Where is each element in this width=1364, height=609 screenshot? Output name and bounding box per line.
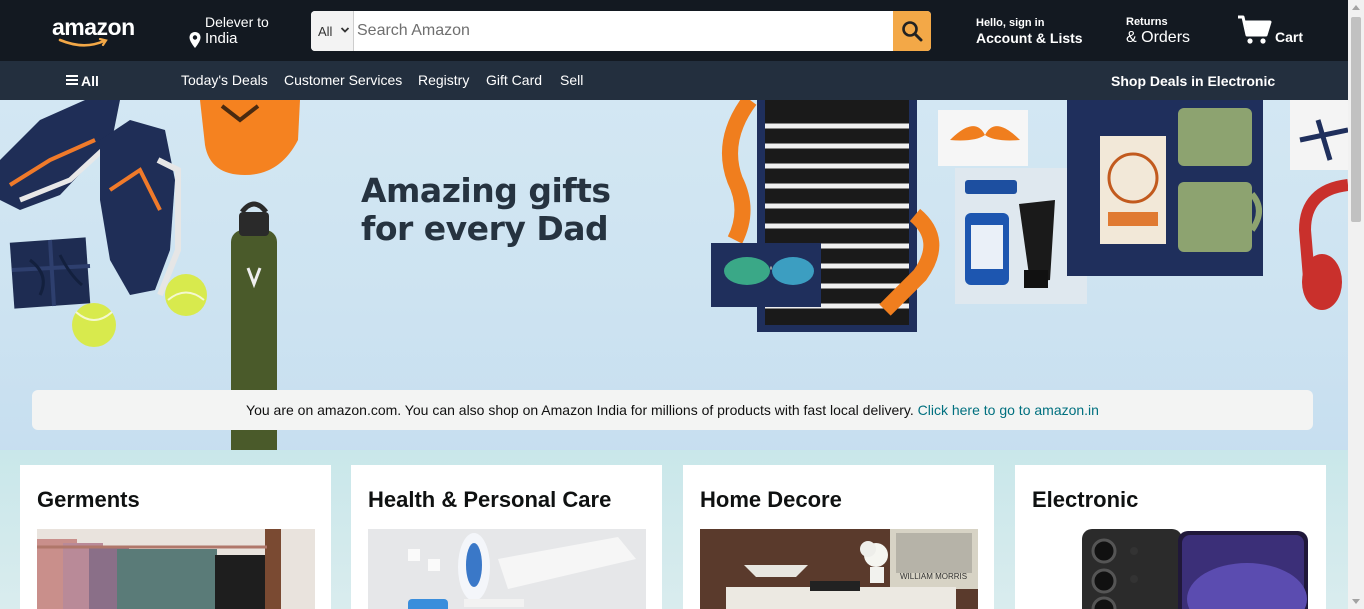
all-menu-button[interactable]: All: [66, 73, 99, 89]
home-decor-image[interactable]: WILLIAM MORRIS: [700, 529, 978, 609]
category-card-home-decor[interactable]: Home Decore WILLIAM MORRIS: [683, 465, 994, 609]
svg-text:WILLIAM MORRIS: WILLIAM MORRIS: [900, 572, 967, 581]
category-card-garments[interactable]: Germents: [20, 465, 331, 609]
cart-label: Cart: [1275, 29, 1304, 45]
hamburger-icon: [66, 75, 78, 85]
cart-button[interactable]: Cart: [1237, 14, 1317, 48]
amazon-india-link[interactable]: Click here to go to amazon.in: [918, 402, 1099, 418]
search-category-label: All: [318, 24, 333, 39]
secondary-navbar: All Today's Deals Customer Services Regi…: [0, 61, 1348, 100]
account-menu[interactable]: Hello, sign in Account & Lists: [976, 17, 1083, 46]
deliver-label: Delever to: [205, 14, 269, 30]
nav-registry[interactable]: Registry: [418, 72, 469, 88]
nav-todays-deals[interactable]: Today's Deals: [181, 72, 268, 88]
navy-gift-box-image: [9, 237, 91, 309]
chevron-down-icon: [340, 27, 350, 33]
search-input[interactable]: [355, 11, 893, 51]
category-card-title: Home Decore: [700, 487, 842, 512]
search-bar: All: [311, 11, 931, 51]
tennis-ball-image: [72, 303, 116, 347]
search-button[interactable]: [893, 11, 931, 51]
nav-customer-services[interactable]: Customer Services: [284, 72, 402, 88]
vertical-scrollbar[interactable]: [1348, 0, 1364, 609]
locale-notice-banner: You are on amazon.com. You can also shop…: [32, 390, 1313, 430]
nav-sell[interactable]: Sell: [560, 72, 583, 88]
category-card-title: Germents: [37, 487, 140, 512]
hero-title-line2: for every Dad: [361, 209, 609, 248]
headphones-image: [1290, 100, 1348, 310]
orders-label: & Orders: [1126, 29, 1191, 46]
coffee-mugs-pegboard-image: [1067, 100, 1263, 276]
sunglasses-image: [711, 243, 821, 307]
category-card-title: Health & Personal Care: [368, 487, 612, 512]
all-menu-label: All: [81, 73, 99, 89]
deliver-country: India: [205, 30, 238, 47]
logo-smile-icon: [58, 38, 108, 47]
promo-link[interactable]: Shop Deals in Electronic: [1111, 73, 1275, 89]
cart-icon: [1238, 15, 1272, 44]
white-gift-box-image: [938, 110, 1028, 166]
location-pin-icon: [189, 32, 201, 48]
scroll-up-arrow-icon[interactable]: [1352, 5, 1360, 10]
hero-title-line1: Amazing gifts: [361, 171, 611, 210]
garments-image[interactable]: [37, 529, 315, 609]
nav-gift-card[interactable]: Gift Card: [486, 72, 542, 88]
hero-title: Amazing gifts for every Dad: [361, 172, 611, 248]
locale-notice-text: You are on amazon.com. You can also shop…: [246, 402, 914, 418]
health-care-image[interactable]: [368, 529, 646, 609]
category-card-health[interactable]: Health & Personal Care: [351, 465, 662, 609]
amazon-logo[interactable]: amazon: [52, 14, 135, 41]
search-category-select[interactable]: All: [311, 11, 354, 51]
tennis-ball-image: [165, 274, 207, 316]
orange-cap-image: [200, 100, 300, 175]
category-card-electronic[interactable]: Electronic: [1015, 465, 1326, 609]
scrollbar-thumb[interactable]: [1351, 17, 1361, 222]
returns-orders-link[interactable]: Returns & Orders: [1126, 16, 1190, 47]
returns-label: Returns: [1126, 16, 1168, 28]
search-icon: [902, 21, 923, 42]
category-card-title: Electronic: [1032, 487, 1139, 512]
top-navbar: amazon Delever to India All Hello, sign …: [0, 0, 1348, 61]
electronic-phone-image[interactable]: [1032, 529, 1310, 609]
account-lists-label: Account & Lists: [976, 30, 1083, 46]
account-greeting: Hello, sign in: [976, 17, 1045, 29]
scroll-down-arrow-icon[interactable]: [1352, 599, 1360, 604]
